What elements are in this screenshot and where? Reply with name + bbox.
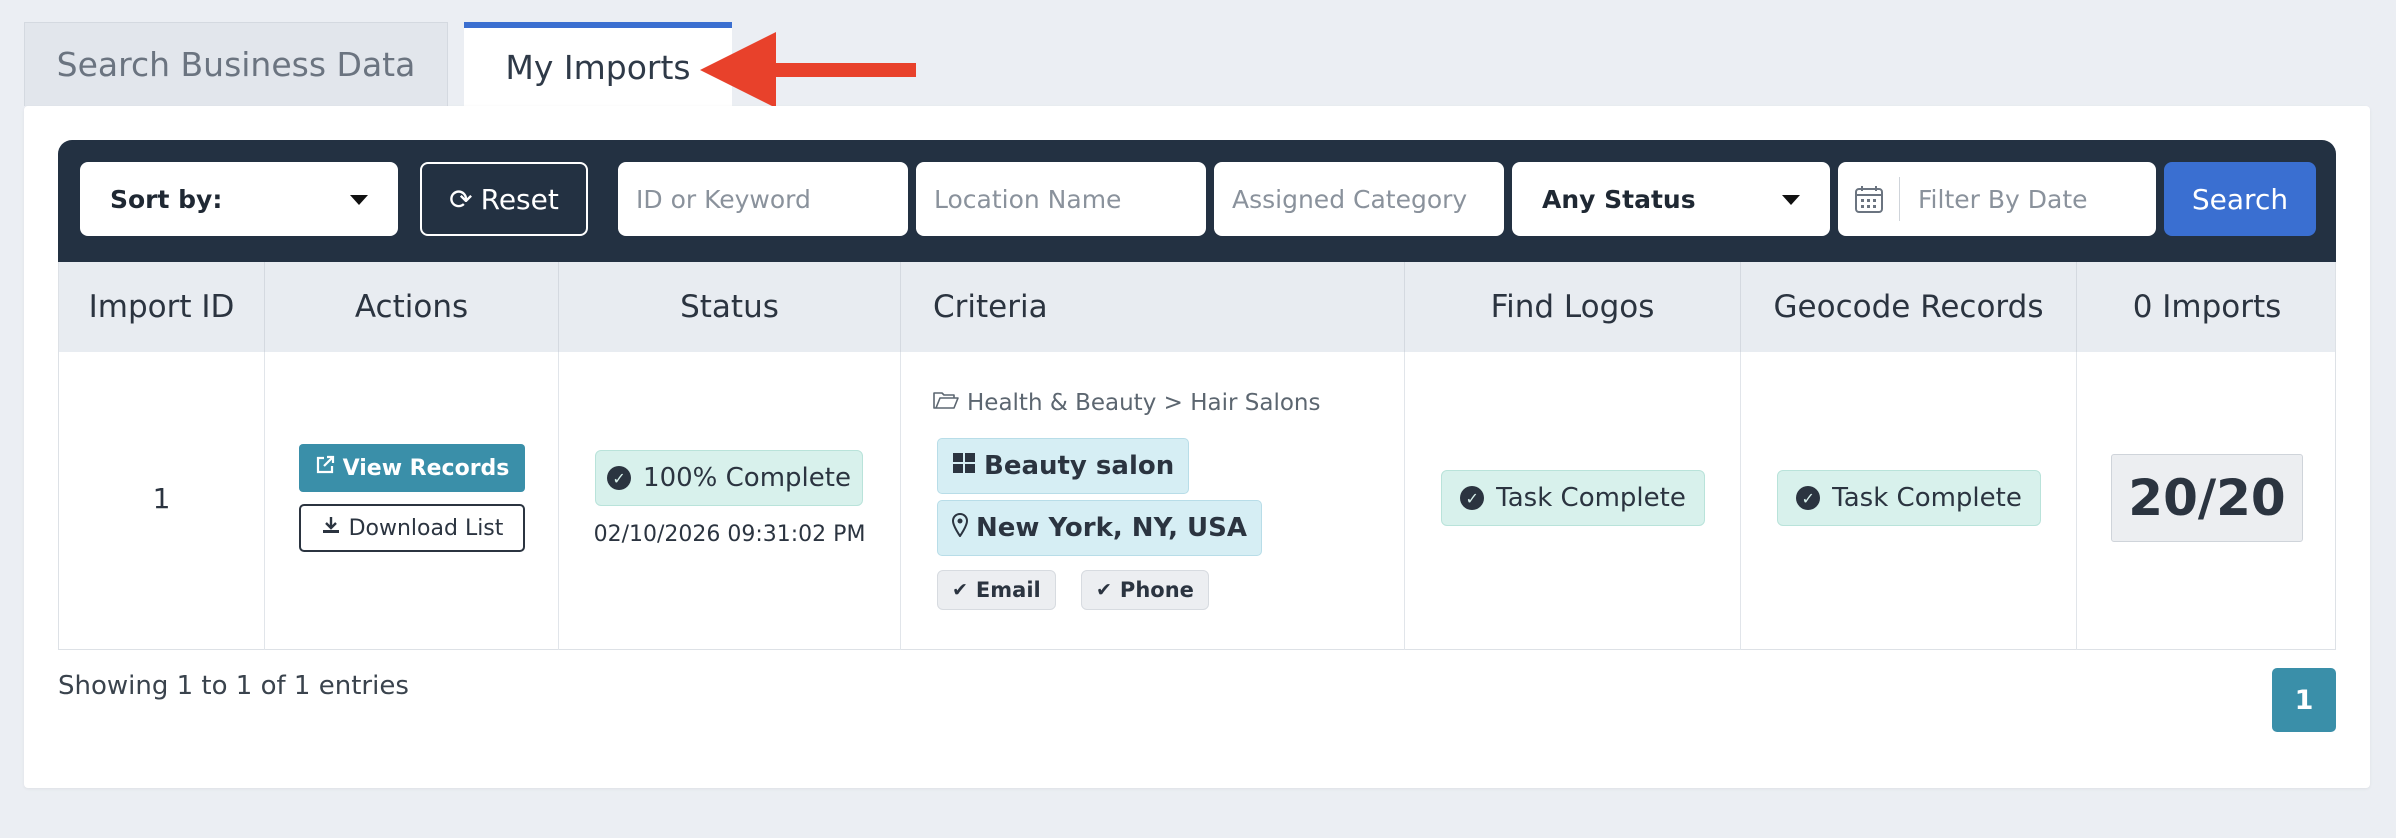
annotation-arrow-icon [700, 32, 916, 108]
category-input[interactable] [1214, 169, 1484, 229]
imports-count: 20/20 [2111, 454, 2303, 542]
check-icon: ✔ [1096, 579, 1112, 601]
location-pill: New York, NY, USA [937, 500, 1262, 556]
view-records-button[interactable]: View Records [299, 444, 525, 492]
refresh-icon: ⟳ [449, 182, 473, 216]
header-geocode-records: Geocode Records [1741, 262, 2077, 352]
phone-tag: ✔ Phone [1081, 570, 1209, 610]
table-info: Showing 1 to 1 of 1 entries [58, 671, 409, 701]
status-select-label: Any Status [1542, 184, 1696, 214]
location-input[interactable] [916, 169, 1186, 229]
category-field [1214, 162, 1504, 236]
pagination-page-1[interactable]: 1 [2272, 668, 2336, 732]
check-circle-icon: ✓ [1460, 486, 1485, 510]
cell-imports: 20/20 [2077, 352, 2337, 650]
cell-import-id: 1 [59, 352, 265, 650]
location-text: New York, NY, USA [976, 513, 1247, 543]
tab-bar: Search Business Data My Imports [24, 22, 732, 106]
email-tag-label: Email [975, 578, 1041, 602]
category-path-text: Health & Beauty > Hair Salons [967, 390, 1321, 416]
keyword-text: Beauty salon [984, 451, 1175, 481]
cell-geocode: ✓ Task Complete [1741, 352, 2077, 650]
folder-open-icon [933, 390, 959, 416]
cell-actions: View Records Download List [265, 352, 559, 650]
check-circle-icon: ✓ [1796, 486, 1821, 510]
view-records-label: View Records [342, 455, 510, 481]
map-marker-icon [951, 512, 969, 544]
external-link-icon [315, 455, 335, 481]
status-text: 100% Complete [643, 463, 851, 493]
id-keyword-field [618, 162, 908, 236]
status-badge: ✓ 100% Complete [595, 450, 863, 506]
header-status: Status [559, 262, 901, 352]
check-circle-icon: ✓ [607, 466, 632, 490]
download-list-label: Download List [348, 515, 504, 541]
find-logos-badge: ✓ Task Complete [1441, 470, 1705, 526]
header-imports: 0 Imports [2132, 289, 2282, 325]
download-list-button[interactable]: Download List [299, 504, 525, 552]
date-filter [1838, 162, 2156, 236]
check-icon: ✔ [952, 579, 968, 601]
header-actions: Actions [265, 262, 559, 352]
status-timestamp: 02/10/2026 09:31:02 PM [593, 522, 866, 547]
filter-bar: Sort by: ⟳ Reset Any Status [58, 140, 2336, 262]
id-keyword-input[interactable] [618, 169, 888, 229]
chevron-down-icon [1782, 195, 1800, 205]
tab-my-imports[interactable]: My Imports [464, 22, 732, 106]
cell-status: ✓ 100% Complete 02/10/2026 09:31:02 PM [559, 352, 901, 650]
table-header: Import ID Actions Status Criteria Find L… [59, 262, 2335, 352]
status-select[interactable]: Any Status [1512, 162, 1830, 236]
header-find-logos: Find Logos [1405, 262, 1741, 352]
cell-find-logos: ✓ Task Complete [1405, 352, 1741, 650]
tab-search-business-data[interactable]: Search Business Data [24, 22, 448, 106]
sort-label: Sort by: [110, 184, 223, 214]
location-field [916, 162, 1206, 236]
reset-button[interactable]: ⟳ Reset [420, 162, 588, 236]
email-tag: ✔ Email [937, 570, 1056, 610]
header-criteria: Criteria [901, 262, 1405, 352]
find-logos-text: Task Complete [1496, 483, 1686, 513]
geocode-badge: ✓ Task Complete [1777, 470, 2041, 526]
grid-icon [952, 451, 976, 481]
search-button[interactable]: Search [2164, 162, 2316, 236]
calendar-icon[interactable] [1838, 177, 1900, 221]
category-path: Health & Beauty > Hair Salons [933, 390, 1320, 416]
sort-select[interactable]: Sort by: [80, 162, 398, 236]
imports-card: Sort by: ⟳ Reset Any Status [24, 106, 2370, 788]
keyword-pill: Beauty salon [937, 438, 1190, 494]
chevron-down-icon [350, 195, 368, 205]
phone-tag-label: Phone [1119, 578, 1194, 602]
import-id-value: 1 [152, 482, 171, 515]
imports-table: Import ID Actions Status Criteria Find L… [58, 262, 2336, 650]
header-import-id: Import ID [59, 262, 265, 352]
geocode-text: Task Complete [1832, 483, 2022, 513]
cell-criteria: Health & Beauty > Hair Salons Beauty sal… [901, 352, 1405, 650]
reset-label: Reset [480, 182, 559, 216]
table-row: 1 View Records Download List ✓ 100% Comp… [59, 352, 2335, 650]
download-icon [321, 515, 341, 541]
date-input[interactable] [1900, 169, 2140, 229]
